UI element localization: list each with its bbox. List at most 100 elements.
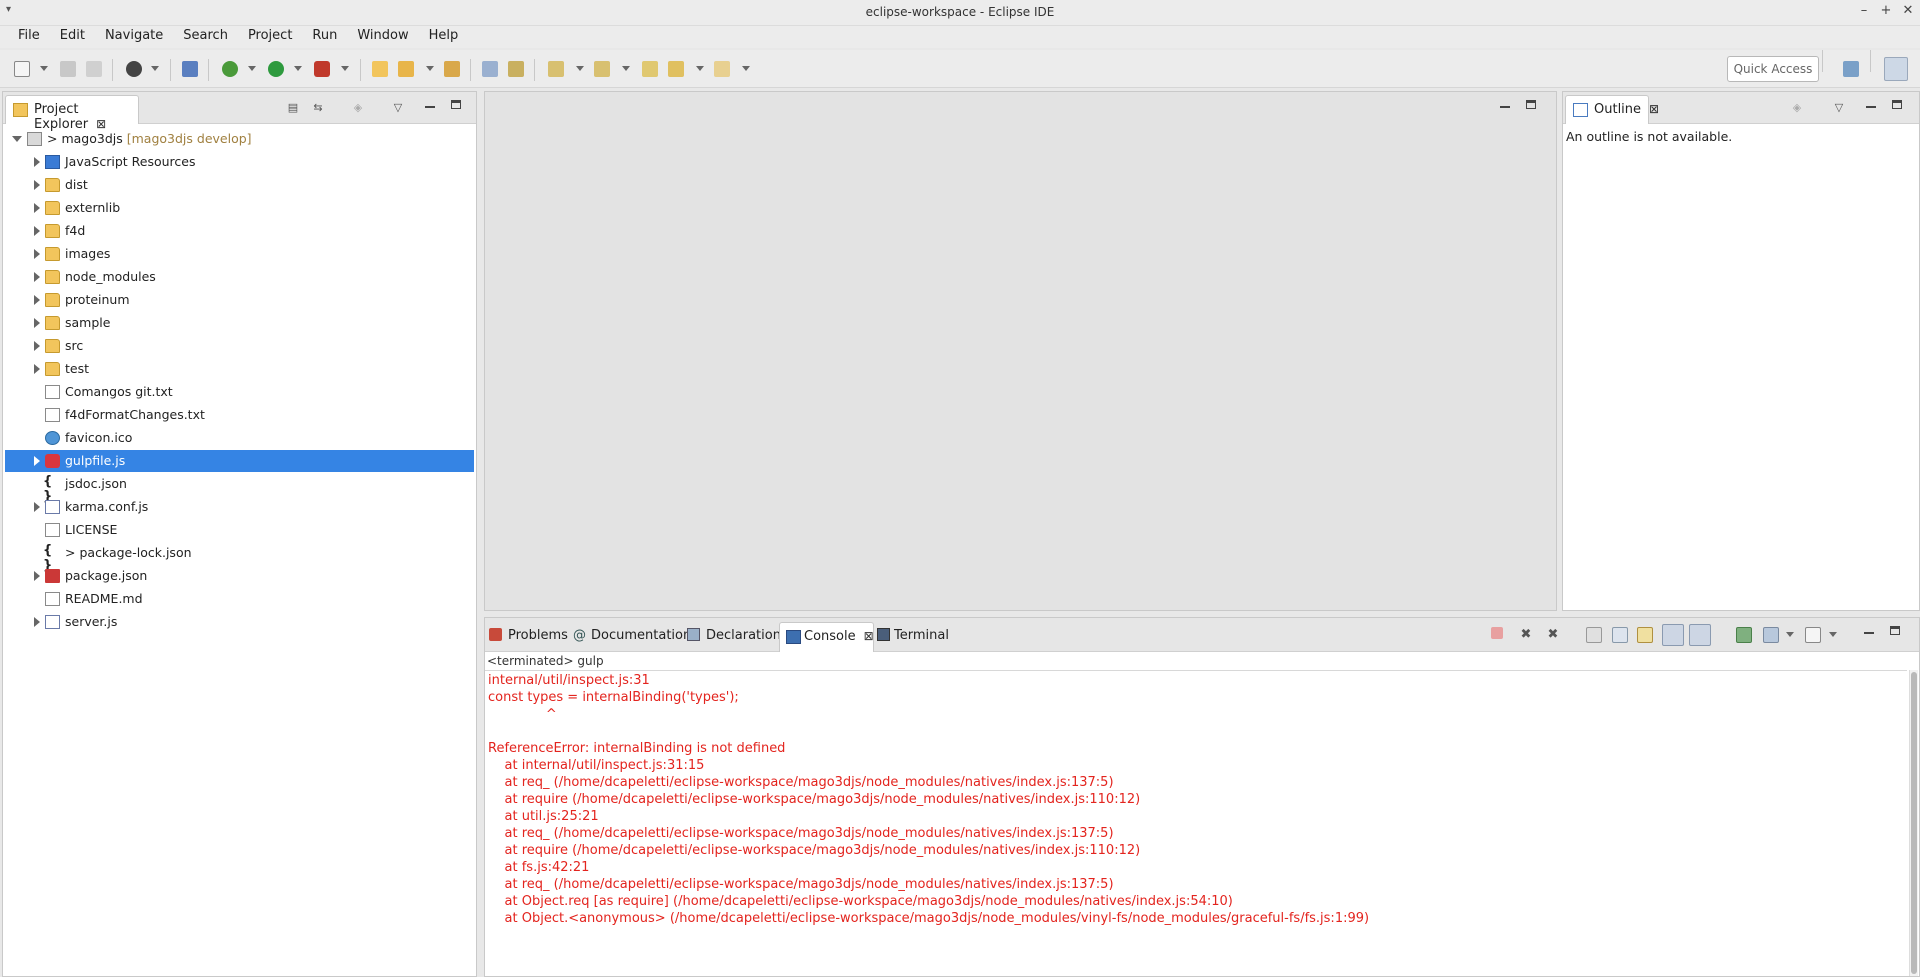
tab-declaration[interactable]: Declaration <box>687 628 781 643</box>
collapse-all-icon[interactable]: ▤ <box>284 101 302 114</box>
tab-problems[interactable]: Problems <box>489 628 568 643</box>
expand-arrow-icon[interactable] <box>34 456 40 466</box>
console-output[interactable]: internal/util/inspect.js:31 const types =… <box>488 673 1905 928</box>
minimize-window-icon[interactable]: – <box>1854 3 1874 18</box>
editor-minimize-icon[interactable] <box>1500 106 1510 108</box>
clear-console-icon[interactable] <box>1586 627 1602 643</box>
word-wrap-icon[interactable] <box>1637 627 1653 643</box>
back-icon[interactable] <box>668 61 684 77</box>
tree-item[interactable]: favicon.ico <box>5 427 474 449</box>
expand-arrow-icon[interactable] <box>34 318 40 328</box>
view-menu-icon[interactable]: ▽ <box>1830 101 1848 114</box>
new-icon[interactable] <box>14 61 30 77</box>
close-window-icon[interactable]: ✕ <box>1898 3 1918 18</box>
tree-item[interactable]: test <box>5 358 474 380</box>
view-menu-icon[interactable]: ▽ <box>389 101 407 114</box>
expand-arrow-icon[interactable] <box>34 249 40 259</box>
editor-maximize-icon[interactable] <box>1526 100 1536 109</box>
open-perspective-icon[interactable] <box>1843 61 1859 77</box>
tree-item[interactable]: JavaScript Resources <box>5 151 474 173</box>
new-dropdown-icon[interactable] <box>40 66 48 71</box>
maximize-icon[interactable] <box>1892 100 1902 109</box>
close-icon[interactable]: ⊠ <box>864 629 874 643</box>
remove-all-terminated-icon[interactable]: ✖ <box>1544 627 1562 642</box>
expand-arrow-icon[interactable] <box>34 295 40 305</box>
terminate-icon[interactable] <box>1491 627 1503 639</box>
previous-annotation-icon[interactable] <box>594 61 610 77</box>
minimize-icon[interactable] <box>1866 106 1876 108</box>
open-console-icon[interactable] <box>1805 627 1821 643</box>
task-dropdown-icon[interactable] <box>426 66 434 71</box>
tab-terminal[interactable]: Terminal <box>877 628 949 643</box>
menu-navigate[interactable]: Navigate <box>95 26 173 48</box>
menu-search[interactable]: Search <box>173 26 238 48</box>
show-on-stderr-icon[interactable] <box>1689 624 1711 646</box>
tab-console[interactable]: Console ⊠ <box>779 622 874 652</box>
debug-dropdown-icon[interactable] <box>248 66 256 71</box>
next-annotation-dropdown-icon[interactable] <box>576 66 584 71</box>
tree-item[interactable]: gulpfile.js <box>5 450 474 472</box>
tree-item[interactable]: node_modules <box>5 266 474 288</box>
save-all-icon[interactable] <box>86 61 102 77</box>
minimize-icon[interactable] <box>425 106 435 108</box>
expand-arrow-icon[interactable] <box>34 180 40 190</box>
profile-dropdown-icon[interactable] <box>151 66 159 71</box>
open-task-icon[interactable] <box>398 61 414 77</box>
expand-arrow-icon[interactable] <box>34 571 40 581</box>
tab-documentation[interactable]: @ Documentation <box>573 628 691 643</box>
remove-launch-icon[interactable]: ✖ <box>1517 627 1535 642</box>
javascript-perspective-icon[interactable] <box>1884 57 1908 81</box>
tree-item[interactable]: f4d <box>5 220 474 242</box>
scroll-lock-icon[interactable] <box>1612 627 1628 643</box>
expand-arrow-icon[interactable] <box>12 136 22 142</box>
tab-outline[interactable]: Outline ⊠ <box>1565 95 1659 124</box>
last-edit-location-icon[interactable] <box>642 61 658 77</box>
minimize-icon[interactable] <box>1864 632 1874 634</box>
tree-item[interactable]: Comangos git.txt <box>5 381 474 403</box>
focus-icon[interactable]: ◈ <box>349 101 367 114</box>
display-console-icon[interactable] <box>1763 627 1779 643</box>
debug-icon[interactable] <box>222 61 238 77</box>
menu-file[interactable]: File <box>8 26 50 48</box>
expand-arrow-icon[interactable] <box>34 341 40 351</box>
console-scrollbar-thumb[interactable] <box>1911 672 1917 974</box>
expand-arrow-icon[interactable] <box>34 203 40 213</box>
run-icon[interactable] <box>268 61 284 77</box>
menu-run[interactable]: Run <box>302 26 347 48</box>
focus-icon[interactable]: ◈ <box>1788 101 1806 114</box>
next-annotation-icon[interactable] <box>548 61 564 77</box>
external-tools-icon[interactable] <box>314 61 330 77</box>
expand-arrow-icon[interactable] <box>34 226 40 236</box>
tree-item[interactable]: LICENSE <box>5 519 474 541</box>
save-icon[interactable] <box>60 61 76 77</box>
tree-item[interactable]: proteinum <box>5 289 474 311</box>
run-dropdown-icon[interactable] <box>294 66 302 71</box>
search-icon[interactable] <box>482 61 498 77</box>
forward-dropdown-icon[interactable] <box>742 66 750 71</box>
show-on-stdout-icon[interactable] <box>1662 624 1684 646</box>
tree-item[interactable]: package.json <box>5 565 474 587</box>
display-console-dropdown-icon[interactable] <box>1786 632 1794 637</box>
menu-project[interactable]: Project <box>238 26 302 48</box>
tree-item[interactable]: f4dFormatChanges.txt <box>5 404 474 426</box>
pin-console-icon[interactable] <box>1736 627 1752 643</box>
annotation-icon[interactable] <box>508 61 524 77</box>
tree-item[interactable]: { } jsdoc.json <box>5 473 474 504</box>
tree-item[interactable]: images <box>5 243 474 265</box>
tree-item[interactable]: dist <box>5 174 474 196</box>
tree-item[interactable]: sample <box>5 312 474 334</box>
menu-window[interactable]: Window <box>347 26 418 48</box>
tree-root-project[interactable]: > mago3djs [mago3djs develop] <box>5 128 474 150</box>
maximize-icon[interactable] <box>451 100 461 109</box>
quick-access-input[interactable]: Quick Access <box>1727 56 1819 82</box>
tree-item[interactable]: karma.conf.js <box>5 496 474 518</box>
maximize-window-icon[interactable]: + <box>1876 3 1896 18</box>
link-with-editor-icon[interactable]: ⇆ <box>309 101 327 114</box>
menu-help[interactable]: Help <box>419 26 469 48</box>
expand-arrow-icon[interactable] <box>34 617 40 627</box>
open-type-icon[interactable] <box>372 61 388 77</box>
tree-item[interactable]: src <box>5 335 474 357</box>
expand-arrow-icon[interactable] <box>34 364 40 374</box>
expand-arrow-icon[interactable] <box>34 157 40 167</box>
close-icon[interactable]: ⊠ <box>1649 102 1659 116</box>
